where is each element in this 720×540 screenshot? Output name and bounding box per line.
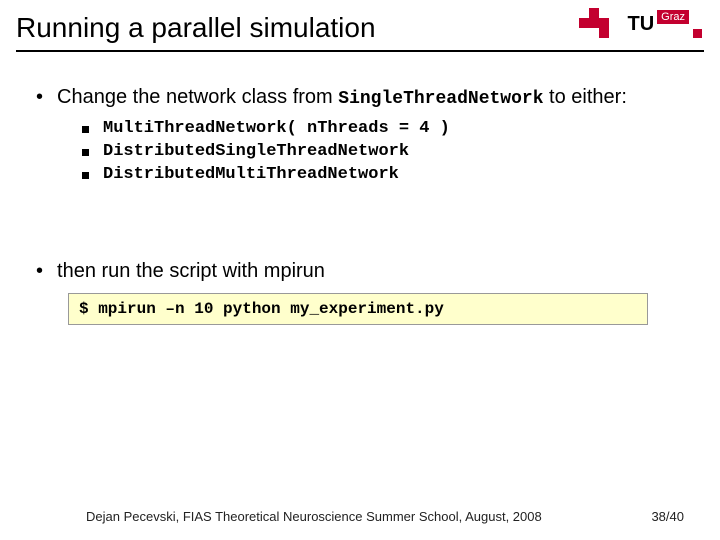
list-item: DistributedSingleThreadNetwork xyxy=(82,142,684,161)
code-line: $ mpirun –n 10 python my_experiment.py xyxy=(79,300,444,318)
logo-icon xyxy=(579,8,625,40)
code-text: DistributedMultiThreadNetwork xyxy=(103,165,399,184)
list-item: DistributedMultiThreadNetwork xyxy=(82,165,684,184)
logo-accent-icon xyxy=(693,29,702,38)
code-text: DistributedSingleThreadNetwork xyxy=(103,142,409,161)
slide-content: • Change the network class from SingleTh… xyxy=(0,52,720,325)
list-item: MultiThreadNetwork( nThreads = 4 ) xyxy=(82,119,684,138)
square-bullet-icon xyxy=(82,126,89,133)
bullet-text-post: to either: xyxy=(544,86,627,108)
square-bullet-icon xyxy=(82,149,89,156)
bullet-text: Change the network class from SingleThre… xyxy=(57,86,627,109)
bullet-text: then run the script with mpirun xyxy=(57,260,325,283)
logo-text: TU xyxy=(627,13,654,36)
bullet-text-pre: Change the network class from xyxy=(57,86,338,108)
bullet-dot-icon: • xyxy=(36,260,43,283)
code-block: $ mpirun –n 10 python my_experiment.py xyxy=(68,293,648,325)
bullet-dot-icon: • xyxy=(36,86,43,109)
footer-text: Dejan Pecevski, FIAS Theoretical Neurosc… xyxy=(86,509,542,524)
page-number: 38/40 xyxy=(651,509,684,524)
code-text: MultiThreadNetwork( nThreads = 4 ) xyxy=(103,119,450,138)
sub-list: MultiThreadNetwork( nThreads = 4 ) Distr… xyxy=(82,119,684,184)
inline-code: SingleThreadNetwork xyxy=(338,89,543,109)
logo-subtext: Graz xyxy=(657,10,689,24)
square-bullet-icon xyxy=(82,172,89,179)
tu-graz-logo: TU Graz xyxy=(579,8,702,40)
bullet-item: • then run the script with mpirun xyxy=(36,260,684,283)
bullet-item: • Change the network class from SingleTh… xyxy=(36,86,684,109)
